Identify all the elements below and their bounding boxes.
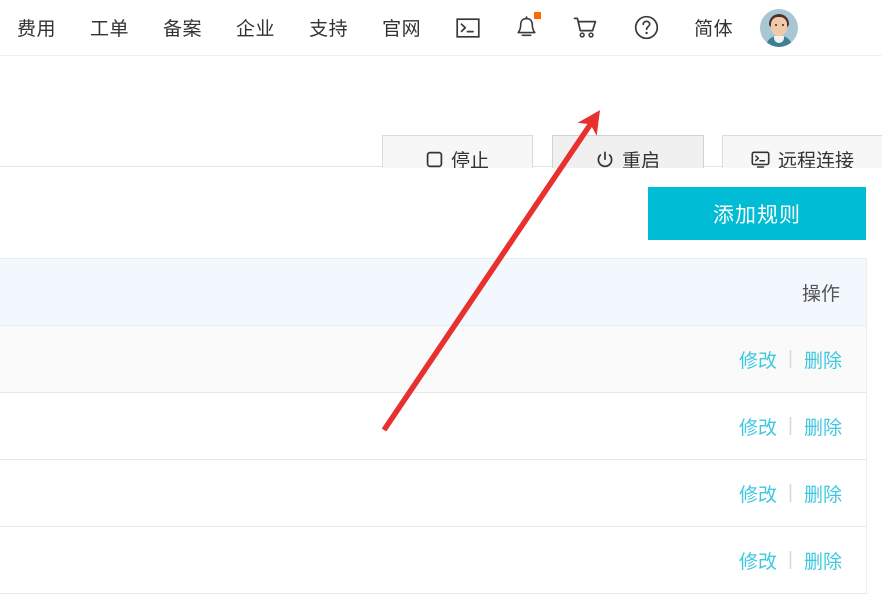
- table-header-row: 操作: [0, 259, 867, 326]
- table-row[interactable]: 修改 | 删除: [0, 527, 867, 594]
- delete-link[interactable]: 删除: [804, 413, 842, 440]
- table-row[interactable]: 修改 | 删除: [0, 326, 867, 393]
- edit-link[interactable]: 修改: [739, 346, 777, 373]
- action-separator: |: [788, 549, 793, 570]
- help-icon[interactable]: [616, 0, 677, 56]
- nav-item-fees-label: 费用: [17, 19, 57, 40]
- action-separator: |: [788, 415, 793, 436]
- row-action-group: 修改 | 删除: [739, 547, 842, 574]
- avatar-face: [771, 16, 788, 36]
- nav-item-fees[interactable]: 费用: [0, 0, 73, 56]
- delete-link[interactable]: 删除: [804, 346, 842, 373]
- terminal-icon[interactable]: [438, 0, 498, 56]
- avatar-eye-left: [775, 23, 778, 26]
- help-icon-glyph: [634, 15, 659, 40]
- row-action-group: 修改 | 删除: [739, 346, 842, 373]
- nav-item-enterprise-label: 企业: [236, 19, 276, 40]
- monitor-icon: [751, 151, 770, 168]
- edit-link[interactable]: 修改: [739, 547, 777, 574]
- nav-item-enterprise[interactable]: 企业: [219, 0, 292, 56]
- action-separator: |: [788, 348, 793, 369]
- action-separator: |: [788, 482, 793, 503]
- nav-item-icp-filing-label: 备案: [163, 19, 203, 40]
- avatar-image: [760, 8, 799, 47]
- top-navigation-bar: 费用 工单 备案 企业 支持 官网 简体: [0, 0, 882, 56]
- terminal-icon-glyph: [456, 17, 480, 38]
- square-icon: [426, 151, 443, 168]
- delete-link[interactable]: 删除: [804, 547, 842, 574]
- security-rule-table: 操作 修改 | 删除 修改 | 删除 修改 | 删除 修改 | 删除: [0, 258, 867, 594]
- table-row[interactable]: 修改 | 删除: [0, 460, 867, 527]
- bell-icon[interactable]: [498, 0, 555, 56]
- nav-item-tickets[interactable]: 工单: [73, 0, 146, 56]
- cart-icon-glyph: [573, 17, 597, 38]
- avatar-eye-right: [782, 23, 785, 26]
- nav-item-icp-filing[interactable]: 备案: [146, 0, 219, 56]
- edit-link[interactable]: 修改: [739, 480, 777, 507]
- nav-item-official-site-label: 官网: [382, 19, 422, 40]
- bell-notification-badge: [534, 11, 542, 19]
- avatar-collar: [774, 35, 785, 43]
- nav-item-tickets-label: 工单: [90, 19, 130, 40]
- nav-item-support-label: 支持: [309, 19, 349, 40]
- nav-item-support[interactable]: 支持: [292, 0, 365, 56]
- bell-icon-glyph: [517, 15, 536, 36]
- row-action-group: 修改 | 删除: [739, 480, 842, 507]
- power-icon-glyph: [597, 150, 613, 167]
- edit-link[interactable]: 修改: [739, 413, 777, 440]
- add-rule-button[interactable]: 添加规则: [648, 187, 866, 240]
- cart-icon[interactable]: [555, 0, 616, 56]
- monitor-icon-glyph: [751, 151, 770, 168]
- power-icon: [596, 150, 614, 169]
- language-switcher-label: 简体: [694, 19, 734, 40]
- rule-toolbar: 添加规则: [0, 168, 882, 258]
- table-row[interactable]: 修改 | 删除: [0, 393, 867, 460]
- nav-item-official-site[interactable]: 官网: [365, 0, 438, 56]
- delete-link[interactable]: 删除: [804, 480, 842, 507]
- language-switcher[interactable]: 简体: [677, 0, 750, 56]
- row-action-group: 修改 | 删除: [739, 413, 842, 440]
- instance-action-bar: 停止 重启 远程连接: [0, 57, 882, 184]
- square-icon-glyph: [426, 151, 443, 168]
- add-rule-button-label: 添加规则: [713, 203, 801, 227]
- avatar[interactable]: [750, 8, 812, 47]
- column-header-operation: 操作: [801, 283, 840, 305]
